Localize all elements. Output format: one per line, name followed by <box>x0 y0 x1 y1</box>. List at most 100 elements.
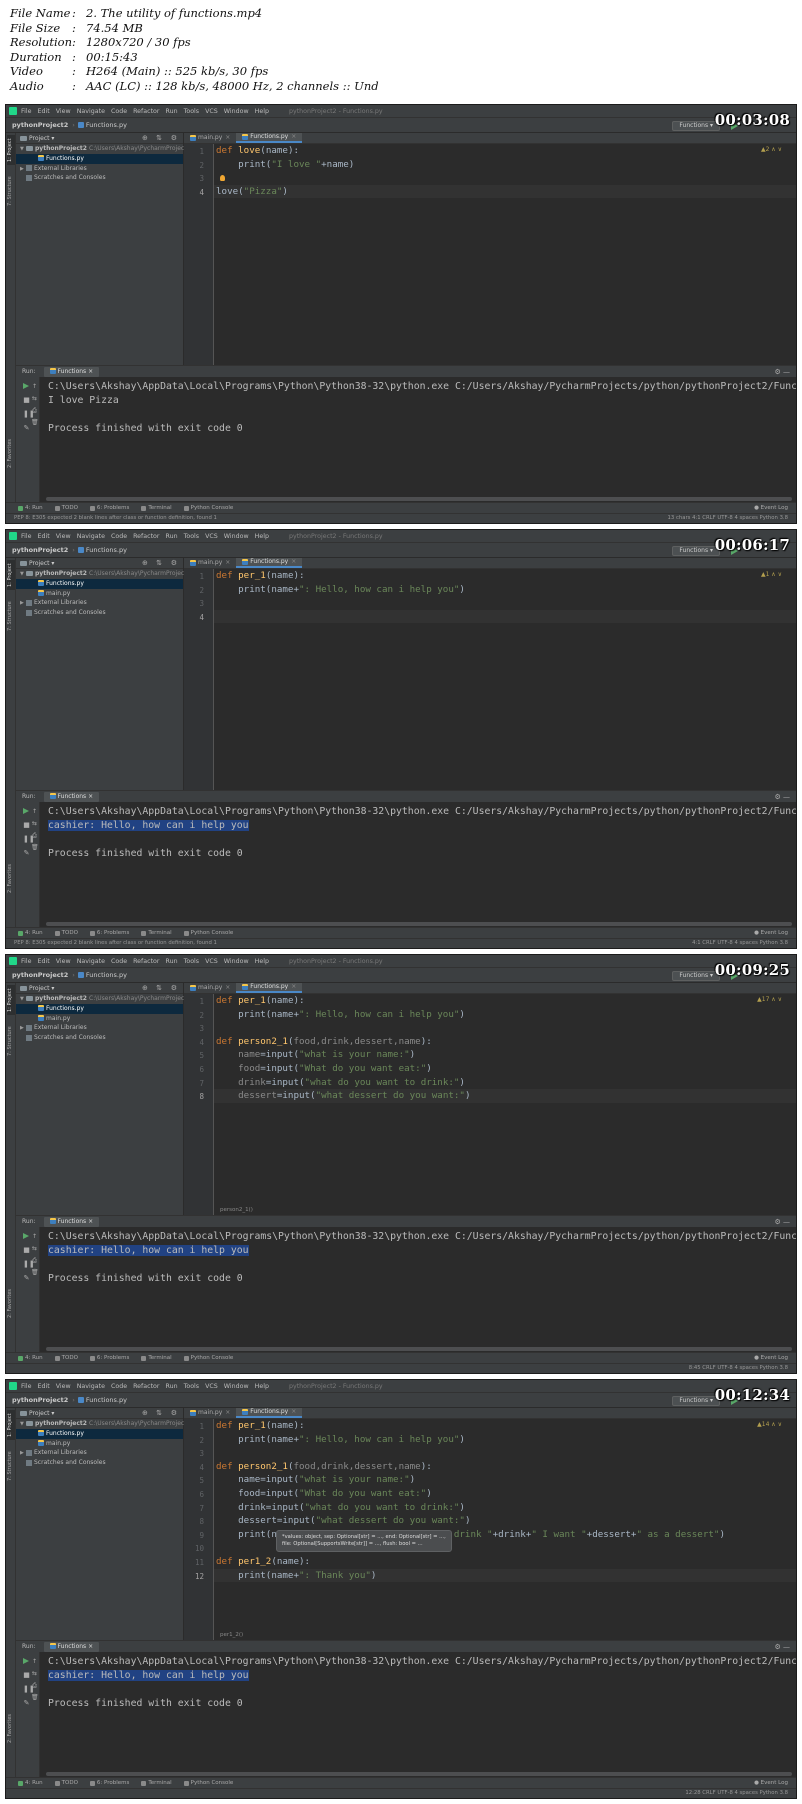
menu-item-view[interactable]: View <box>56 108 71 115</box>
close-icon[interactable]: × <box>291 1407 296 1417</box>
menu-item-view[interactable]: View <box>56 1383 71 1390</box>
warning-indicator[interactable]: ▲17 ∧ ∨ <box>757 996 782 1003</box>
panel-action-icons[interactable]: ⊕ ⇅ <box>142 1409 165 1417</box>
rerun-icon[interactable] <box>23 1233 29 1239</box>
menu-item-window[interactable]: Window <box>224 533 249 540</box>
lightbulb-icon[interactable] <box>220 175 225 182</box>
menu-item-tools[interactable]: Tools <box>184 958 200 965</box>
trash-icon[interactable]: 🗑 <box>31 1269 39 1276</box>
tree-item-file[interactable]: Functions.py <box>16 1003 183 1014</box>
breadcrumb-project[interactable]: pythonProject2 <box>12 1396 68 1404</box>
tool-tab-terminal[interactable]: Terminal <box>141 930 172 936</box>
code-line[interactable]: name=input("what is your name:") <box>214 1473 796 1487</box>
menu-item-view[interactable]: View <box>56 533 71 540</box>
tree-item-file[interactable]: main.py <box>16 1439 183 1449</box>
menu-item-edit[interactable]: Edit <box>38 108 50 115</box>
tool-tab-run[interactable]: 4: Run <box>18 1355 43 1361</box>
editor-tab[interactable]: Functions.py × <box>236 132 303 143</box>
event-log-button[interactable]: ● Event Log <box>754 1355 788 1361</box>
tool-tab-python-console[interactable]: Python Console <box>183 930 233 936</box>
print-icon[interactable]: ⎙ <box>31 1257 38 1264</box>
tab-project-tool[interactable]: 1: Project <box>7 135 15 165</box>
soft-wrap-icon[interactable]: ⇆ <box>31 1670 38 1677</box>
tool-tab-todo[interactable]: TODO <box>54 930 78 936</box>
run-tab-functions[interactable]: Functions × <box>43 1216 100 1227</box>
stop-icon[interactable]: ■ <box>23 397 30 404</box>
horizontal-scrollbar[interactable] <box>46 1772 792 1776</box>
tool-tab-terminal[interactable]: Terminal <box>141 505 172 511</box>
run-configuration-select[interactable]: Functions ▾ <box>672 971 720 981</box>
editor-tab[interactable]: Functions.py × <box>236 982 303 993</box>
code-line[interactable]: love("Pizza") <box>214 184 796 199</box>
horizontal-scrollbar[interactable] <box>46 1347 792 1351</box>
menu-item-run[interactable]: Run <box>166 958 178 965</box>
tree-item-project[interactable]: ▼ pythonProject2 C:\Users\Akshay\PycharmP… <box>16 994 190 1004</box>
code-line[interactable] <box>214 596 796 610</box>
tool-tab-run[interactable]: 4: Run <box>18 1780 43 1786</box>
tool-tab-python-console[interactable]: Python Console <box>183 1355 233 1361</box>
code-line[interactable]: food=input("What do you want eat:") <box>214 1062 796 1076</box>
breadcrumb-project[interactable]: pythonProject2 <box>12 121 68 129</box>
menu-item-window[interactable]: Window <box>224 1383 249 1390</box>
menu-item-edit[interactable]: Edit <box>38 958 50 965</box>
tool-tab-run[interactable]: 4: Run <box>18 930 43 936</box>
menu-item-vcs[interactable]: VCS <box>205 108 218 115</box>
gear-icon[interactable]: ⚙ — <box>774 1218 790 1226</box>
close-icon[interactable]: × <box>291 132 296 142</box>
tree-item-file[interactable]: main.py <box>16 589 183 599</box>
code-line[interactable] <box>214 609 796 624</box>
pin-icon[interactable]: ✎ <box>23 1275 30 1282</box>
tool-tab-todo[interactable]: TODO <box>54 1780 78 1786</box>
trash-icon[interactable]: 🗑 <box>31 844 39 851</box>
code-line[interactable]: def per_1(name): <box>214 994 796 1008</box>
menu-item-vcs[interactable]: VCS <box>205 533 218 540</box>
project-view-select[interactable]: Project ▾ <box>29 1410 54 1417</box>
stop-icon[interactable]: ■ <box>23 1247 30 1254</box>
tab-project-tool[interactable]: 1: Project <box>7 985 15 1015</box>
tree-item-project[interactable]: ▼ pythonProject2 C:\Users\Akshay\PycharmP… <box>16 144 190 154</box>
tool-tab-todo[interactable]: TODO <box>54 505 78 511</box>
breadcrumb-file[interactable]: Functions.py <box>86 1396 127 1404</box>
status-info[interactable]: 4:1 CRLF UTF-8 4 spaces Python 3.8 <box>692 939 788 948</box>
close-icon[interactable]: × <box>86 1218 93 1225</box>
scroll-up-icon[interactable]: ↑ <box>31 383 38 390</box>
run-configuration-select[interactable]: Functions ▾ <box>672 1396 720 1406</box>
tab-structure-tool[interactable]: 7: Structure <box>7 1023 15 1059</box>
tree-item-external-libraries[interactable]: ▶ External Libraries <box>16 598 183 608</box>
run-tab-functions[interactable]: Functions × <box>43 366 100 377</box>
code-line[interactable]: print(name+": Hello, how can i help you"… <box>214 1008 796 1022</box>
pause-icon[interactable]: ❚❚ <box>23 1261 35 1268</box>
menu-item-window[interactable]: Window <box>224 108 249 115</box>
project-view-select[interactable]: Project ▾ <box>29 135 54 142</box>
menu-item-navigate[interactable]: Navigate <box>77 108 105 115</box>
code-line[interactable]: drink=input("what do you want to drink:"… <box>214 1501 796 1515</box>
trash-icon[interactable]: 🗑 <box>31 419 39 426</box>
menu-item-tools[interactable]: Tools <box>184 108 200 115</box>
tree-item-external-libraries[interactable]: ▶ External Libraries <box>16 1023 183 1033</box>
tab-project-tool[interactable]: 1: Project <box>7 1410 15 1440</box>
tool-tab-run[interactable]: 4: Run <box>18 505 43 511</box>
editor-tab[interactable]: Functions.py × <box>236 1407 303 1418</box>
gear-icon[interactable]: ⚙ <box>171 984 177 992</box>
menu-item-navigate[interactable]: Navigate <box>77 958 105 965</box>
run-configuration-select[interactable]: Functions ▾ <box>672 546 720 556</box>
run-tab-functions[interactable]: Functions × <box>43 1641 100 1652</box>
code-line[interactable] <box>214 1446 796 1460</box>
close-icon[interactable]: × <box>86 368 93 375</box>
tool-tab-problems[interactable]: 6: Problems <box>89 930 129 936</box>
rerun-icon[interactable] <box>23 1658 29 1664</box>
stop-icon[interactable]: ■ <box>23 1672 30 1679</box>
breadcrumb-file[interactable]: Functions.py <box>86 971 127 979</box>
editor-breadcrumb[interactable]: person2_1() <box>220 1207 253 1213</box>
tab-structure-tool[interactable]: 7: Structure <box>7 173 15 209</box>
tab-favorites-tool[interactable]: 2: Favorites <box>7 433 15 473</box>
menu-item-code[interactable]: Code <box>111 1383 127 1390</box>
menu-item-file[interactable]: File <box>21 108 32 115</box>
tree-item-file[interactable]: main.py <box>16 1014 183 1024</box>
gear-icon[interactable]: ⚙ <box>171 1409 177 1417</box>
tool-tab-terminal[interactable]: Terminal <box>141 1780 172 1786</box>
menu-item-tools[interactable]: Tools <box>184 1383 200 1390</box>
close-icon[interactable]: × <box>291 982 296 992</box>
tree-item-scratches[interactable]: Scratches and Consoles <box>16 1458 183 1468</box>
menu-item-code[interactable]: Code <box>111 533 127 540</box>
